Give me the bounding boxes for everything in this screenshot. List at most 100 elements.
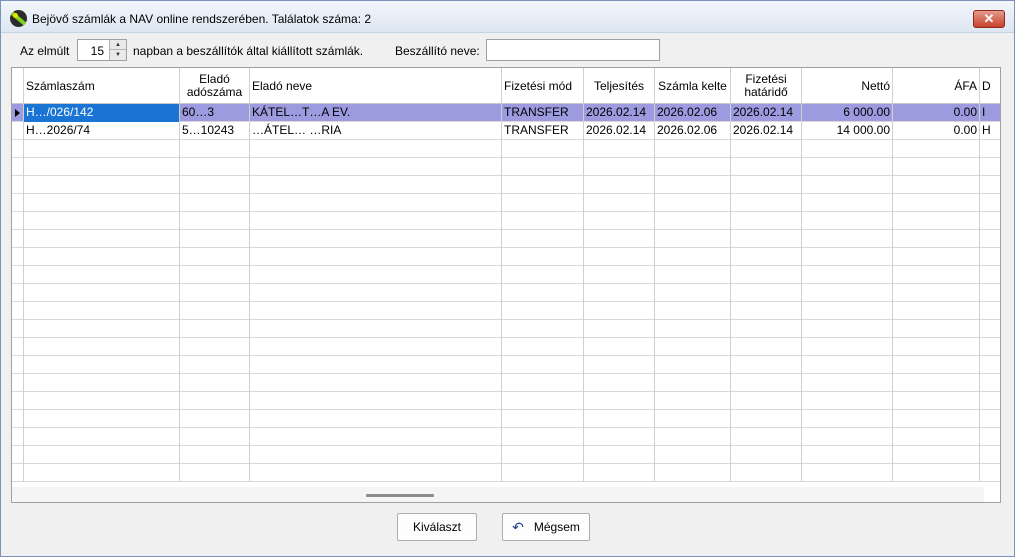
table-row[interactable]: H…2026/74 5…10243 …ÁTEL… …RIA TRANSFER 2… <box>12 122 1000 140</box>
days-value[interactable]: 15 <box>91 44 104 58</box>
column-header-elado-adoszama[interactable]: Eladó adószáma <box>180 68 250 104</box>
column-header-fizetesi-mod[interactable]: Fizetési mód <box>502 68 584 104</box>
empty-cell <box>893 356 980 374</box>
column-header-netto[interactable]: Nettó <box>802 68 893 104</box>
empty-cell <box>180 374 250 392</box>
column-header-fizetesi-hatarido[interactable]: Fizetési határidő <box>731 68 802 104</box>
cell-d[interactable]: I <box>980 104 1000 122</box>
empty-cell <box>502 374 584 392</box>
empty-cell <box>502 464 584 482</box>
cell-szamlaszam[interactable]: H…2026/74 <box>24 122 180 140</box>
cell-afa[interactable]: 0.00 <box>893 122 980 140</box>
cell-szamla-kelte[interactable]: 2026.02.06 <box>655 104 731 122</box>
cell-fizetesi-mod[interactable]: TRANSFER <box>502 104 584 122</box>
empty-cell <box>12 212 24 230</box>
empty-cell <box>655 428 731 446</box>
empty-cell <box>24 158 180 176</box>
spinner-down-icon[interactable]: ▼ <box>109 50 126 60</box>
column-header-d[interactable]: D <box>980 68 1000 104</box>
cell-netto[interactable]: 14 000.00 <box>802 122 893 140</box>
empty-table-row <box>12 410 1000 428</box>
invoice-grid[interactable]: Számlaszám Eladó adószáma Eladó neve Fiz… <box>11 67 1001 503</box>
empty-cell <box>731 356 802 374</box>
empty-cell <box>180 446 250 464</box>
empty-cell <box>731 230 802 248</box>
cell-fizetesi-mod[interactable]: TRANSFER <box>502 122 584 140</box>
empty-cell <box>655 446 731 464</box>
empty-cell <box>502 410 584 428</box>
empty-cell <box>502 176 584 194</box>
empty-table-row <box>12 356 1000 374</box>
empty-cell <box>24 392 180 410</box>
empty-cell <box>12 248 24 266</box>
horizontal-scrollbar[interactable] <box>12 487 984 502</box>
empty-cell <box>502 428 584 446</box>
empty-cell <box>584 338 655 356</box>
cancel-button[interactable]: ↶ Mégsem <box>502 513 590 541</box>
title-bar[interactable]: Bejövő számlák a NAV online rendszerében… <box>1 1 1014 33</box>
empty-cell <box>980 446 1000 464</box>
cell-szamlaszam[interactable]: H…/026/142 <box>24 104 180 122</box>
empty-cell <box>655 338 731 356</box>
empty-cell <box>731 392 802 410</box>
close-button[interactable]: ✕ <box>973 10 1005 28</box>
empty-cell <box>250 410 502 428</box>
column-header-afa[interactable]: ÁFA <box>893 68 980 104</box>
cell-szamla-kelte[interactable]: 2026.02.06 <box>655 122 731 140</box>
empty-cell <box>12 176 24 194</box>
empty-table-row <box>12 194 1000 212</box>
cell-elado-neve[interactable]: KÁTEL…T…A EV. <box>250 104 502 122</box>
empty-cell <box>250 284 502 302</box>
cell-teljesites[interactable]: 2026.02.14 <box>584 104 655 122</box>
empty-cell <box>893 464 980 482</box>
empty-cell <box>584 428 655 446</box>
scrollbar-thumb[interactable] <box>366 494 434 497</box>
cell-teljesites[interactable]: 2026.02.14 <box>584 122 655 140</box>
column-header-elado-neve[interactable]: Eladó neve <box>250 68 502 104</box>
empty-cell <box>980 194 1000 212</box>
column-header-szamla-kelte[interactable]: Számla kelte <box>655 68 731 104</box>
empty-cell <box>802 464 893 482</box>
empty-cell <box>502 230 584 248</box>
empty-cell <box>893 194 980 212</box>
row-indicator-header <box>12 68 24 104</box>
days-spinner[interactable]: 15 ▲ ▼ <box>77 39 127 61</box>
empty-cell <box>980 410 1000 428</box>
empty-cell <box>24 446 180 464</box>
empty-cell <box>584 320 655 338</box>
cell-afa[interactable]: 0.00 <box>893 104 980 122</box>
empty-cell <box>655 302 731 320</box>
cell-netto[interactable]: 6 000.00 <box>802 104 893 122</box>
empty-cell <box>802 410 893 428</box>
empty-cell <box>12 392 24 410</box>
empty-cell <box>584 446 655 464</box>
empty-cell <box>731 158 802 176</box>
days-prefix-label: Az elmúlt <box>20 44 70 58</box>
table-row[interactable]: H…/026/142 60…3 KÁTEL…T…A EV. TRANSFER 2… <box>12 104 1000 122</box>
empty-cell <box>802 140 893 158</box>
empty-cell <box>180 212 250 230</box>
empty-cell <box>180 158 250 176</box>
empty-cell <box>502 194 584 212</box>
empty-cell <box>502 212 584 230</box>
cell-elado-adoszama[interactable]: 60…3 <box>180 104 250 122</box>
cell-elado-adoszama[interactable]: 5…10243 <box>180 122 250 140</box>
select-button[interactable]: Kiválaszt <box>397 513 477 541</box>
supplier-name-input[interactable] <box>486 39 660 61</box>
column-header-szamlaszam[interactable]: Számlaszám <box>24 68 180 104</box>
empty-cell <box>655 374 731 392</box>
empty-cell <box>980 248 1000 266</box>
cell-fizetesi-hatarido[interactable]: 2026.02.14 <box>731 122 802 140</box>
cell-fizetesi-hatarido[interactable]: 2026.02.14 <box>731 104 802 122</box>
empty-cell <box>24 374 180 392</box>
empty-cell <box>802 428 893 446</box>
cell-elado-neve[interactable]: …ÁTEL… …RIA <box>250 122 502 140</box>
empty-cell <box>980 392 1000 410</box>
spinner-up-icon[interactable]: ▲ <box>109 40 126 50</box>
empty-cell <box>731 248 802 266</box>
empty-cell <box>802 212 893 230</box>
empty-cell <box>802 194 893 212</box>
cell-d[interactable]: H <box>980 122 1000 140</box>
empty-cell <box>731 266 802 284</box>
column-header-teljesites[interactable]: Teljesítés <box>584 68 655 104</box>
